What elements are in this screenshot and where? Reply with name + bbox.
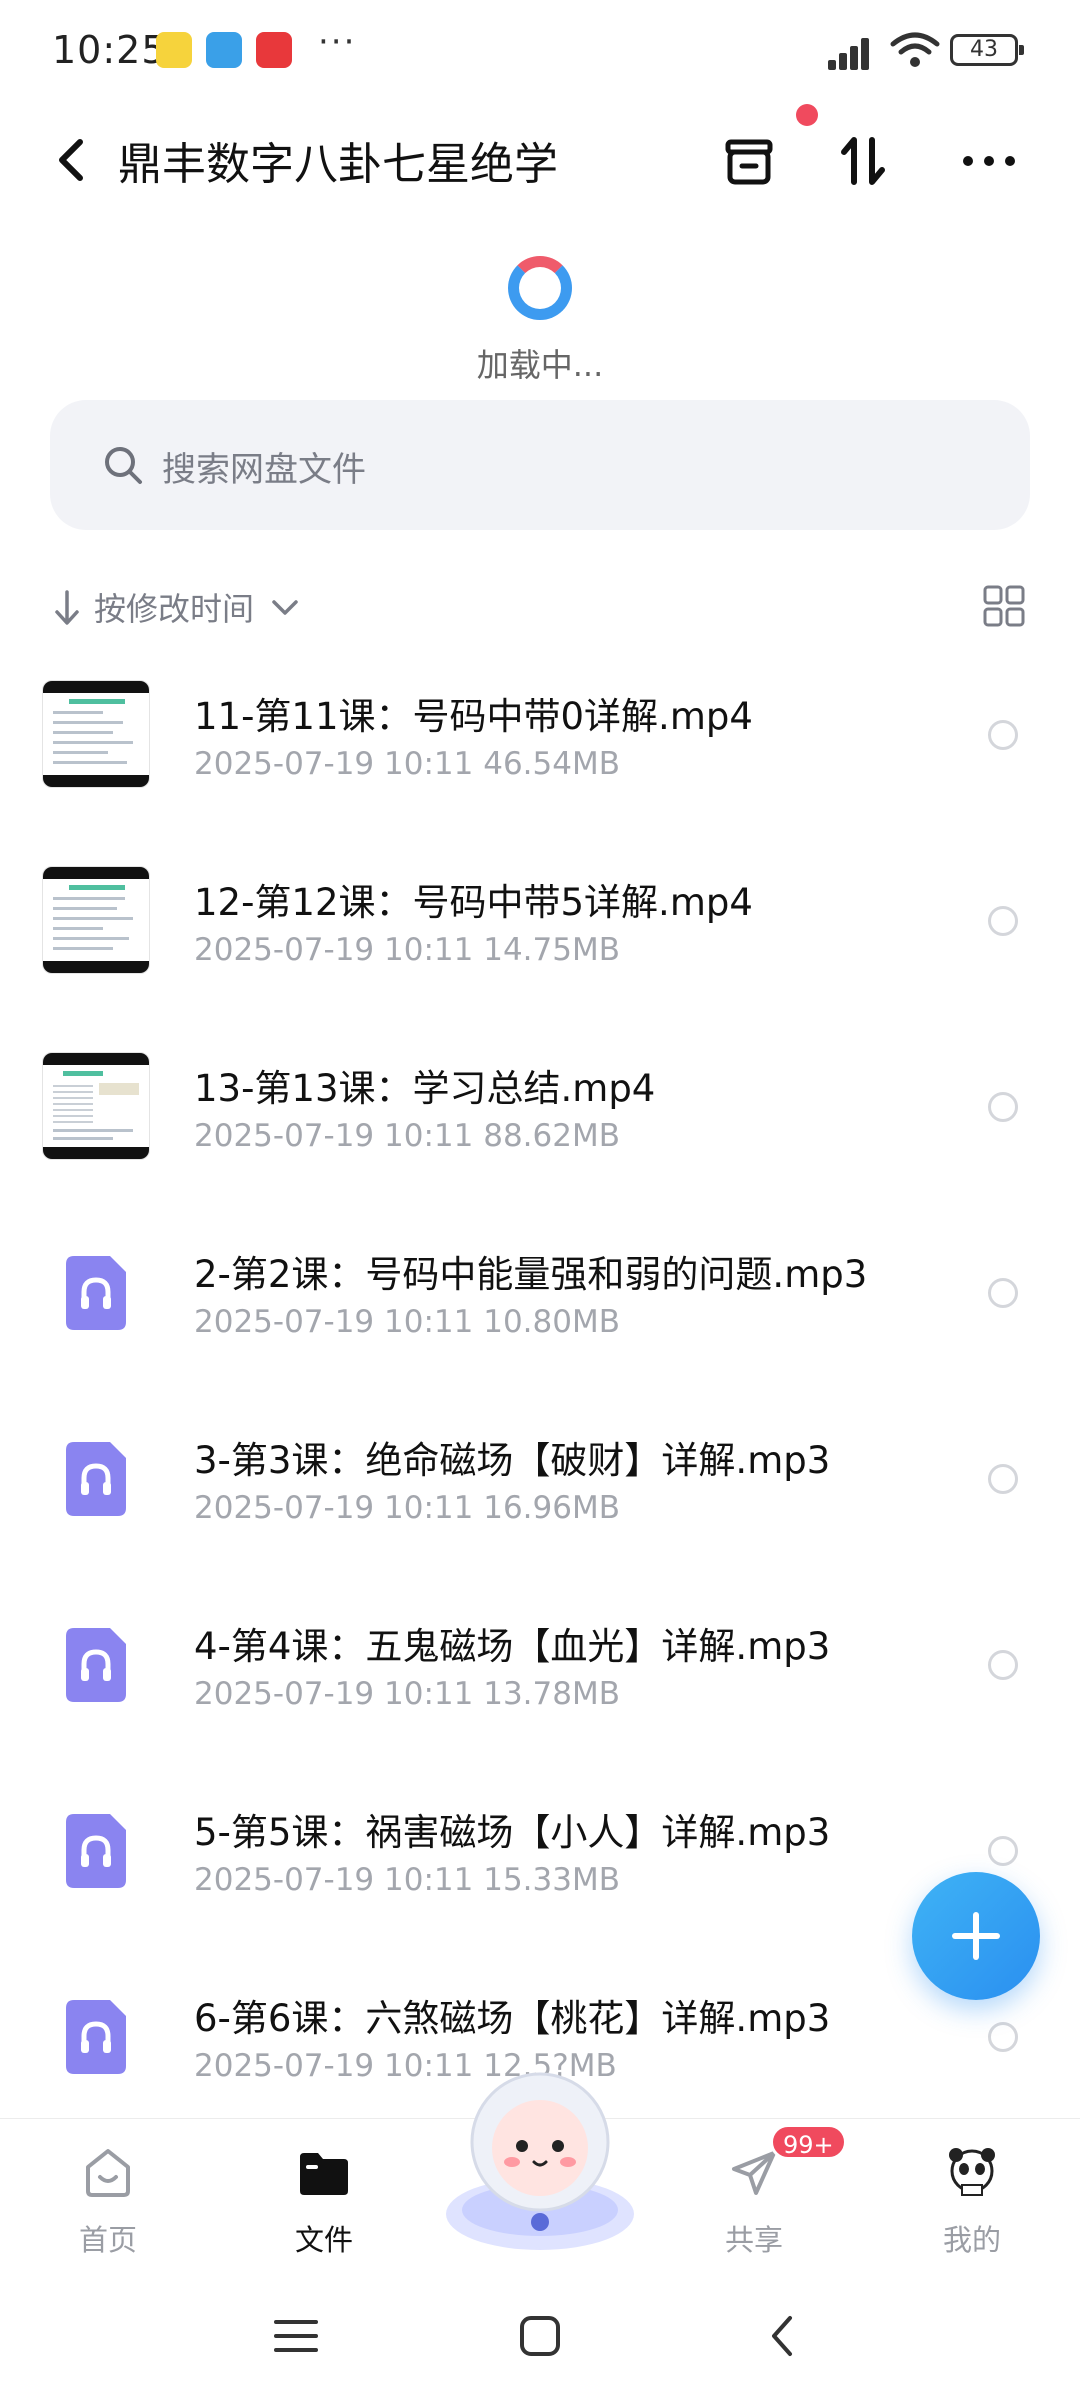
home-square-icon[interactable] xyxy=(512,2308,568,2364)
file-name: 2-第2课：号码中能量强和弱的问题.mp3 xyxy=(194,1253,868,1296)
sort-down-arrow-icon[interactable] xyxy=(52,588,82,628)
loading-text: 加载中... xyxy=(476,346,604,384)
search-icon xyxy=(105,447,142,484)
app-notification-icon xyxy=(206,32,242,68)
nav-item-home[interactable]: 首页 xyxy=(28,2137,188,2267)
file-name: 4-第4课：五鬼磁场【血光】详解.mp3 xyxy=(194,1625,831,1668)
sort-option-button[interactable]: 按修改时间 xyxy=(94,584,254,630)
share-badge: 99+ xyxy=(770,2124,847,2160)
system-nav-bar xyxy=(0,2280,1080,2400)
audio-file-icon xyxy=(66,1256,126,1330)
search-input[interactable]: 搜索网盘文件 xyxy=(50,400,1030,530)
top-app-bar: 鼎丰数字八卦七星绝学 xyxy=(0,100,1080,220)
status-time: 10:25 xyxy=(52,28,167,72)
list-item[interactable]: 12-第12课：号码中带5详解.mp4 2025-07-19 10:11 14.… xyxy=(0,846,1080,1032)
select-checkbox[interactable] xyxy=(988,1836,1018,1866)
list-item[interactable]: 3-第3课：绝命磁场【破财】详解.mp3 2025-07-19 10:11 16… xyxy=(0,1404,1080,1590)
select-checkbox[interactable] xyxy=(988,906,1018,936)
nav-label: 共享 xyxy=(724,2223,783,2257)
sort-bar: 按修改时间 xyxy=(0,570,1080,640)
select-checkbox[interactable] xyxy=(988,1650,1018,1680)
file-meta: 2025-07-19 10:11 14.75MB xyxy=(194,932,620,968)
nav-label: 文件 xyxy=(294,2223,353,2257)
app-notification-icon xyxy=(256,32,292,68)
profile-avatar-icon xyxy=(949,2148,995,2196)
nav-label: 我的 xyxy=(942,2223,1001,2257)
select-checkbox[interactable] xyxy=(988,720,1018,750)
list-item[interactable]: 13-第13课：学习总结.mp4 2025-07-19 10:11 88.62M… xyxy=(0,1032,1080,1218)
battery-indicator: 43 xyxy=(950,34,1024,66)
file-name: 3-第3课：绝命磁场【破财】详解.mp3 xyxy=(194,1439,831,1482)
video-thumbnail xyxy=(42,866,150,974)
audio-file-icon xyxy=(66,1814,126,1888)
nav-label: 首页 xyxy=(78,2223,137,2257)
sort-swap-icon[interactable] xyxy=(828,126,898,196)
menu-icon[interactable] xyxy=(268,2308,324,2364)
back-icon[interactable] xyxy=(42,130,102,190)
file-meta: 2025-07-19 10:11 10.80MB xyxy=(194,1304,620,1340)
folder-icon xyxy=(300,2153,348,2195)
app-notification-icon xyxy=(156,32,192,68)
mascot-assistant-icon[interactable] xyxy=(434,2064,646,2254)
wifi-icon xyxy=(890,32,940,67)
file-name: 5-第5课：祸害磁场【小人】详解.mp3 xyxy=(194,1811,831,1854)
select-checkbox[interactable] xyxy=(988,2022,1018,2052)
file-name: 6-第6课：六煞磁场【桃花】详解.mp3 xyxy=(194,1997,831,2040)
file-meta: 2025-07-19 10:11 16.96MB xyxy=(194,1490,620,1526)
page-title: 鼎丰数字八卦七星绝学 xyxy=(118,139,558,190)
audio-file-icon xyxy=(66,1442,126,1516)
video-thumbnail xyxy=(42,1052,150,1160)
chevron-down-icon[interactable] xyxy=(268,592,302,622)
more-notifications-icon: ··· xyxy=(318,22,357,62)
select-checkbox[interactable] xyxy=(988,1278,1018,1308)
system-back-icon[interactable] xyxy=(756,2308,812,2364)
grid-view-icon[interactable] xyxy=(982,584,1026,628)
list-item[interactable]: 11-第11课：号码中带0详解.mp4 2025-07-19 10:11 46.… xyxy=(0,660,1080,846)
file-name: 12-第12课：号码中带5详解.mp4 xyxy=(194,881,753,924)
archive-icon[interactable] xyxy=(714,126,784,196)
file-meta: 2025-07-19 10:11 88.62MB xyxy=(194,1118,620,1154)
nav-item-files[interactable]: 文件 xyxy=(244,2137,404,2267)
file-meta: 2025-07-19 10:11 46.54MB xyxy=(194,746,620,782)
loading-spinner-icon xyxy=(508,256,572,320)
home-icon xyxy=(86,2149,130,2197)
list-item[interactable]: 4-第4课：五鬼磁场【血光】详解.mp3 2025-07-19 10:11 13… xyxy=(0,1590,1080,1776)
add-button[interactable] xyxy=(912,1872,1040,2000)
search-placeholder: 搜索网盘文件 xyxy=(162,450,366,490)
select-checkbox[interactable] xyxy=(988,1092,1018,1122)
more-icon[interactable] xyxy=(954,126,1024,196)
file-name: 13-第13课：学习总结.mp4 xyxy=(194,1067,656,1110)
file-meta: 2025-07-19 10:11 15.33MB xyxy=(194,1862,620,1898)
nav-item-me[interactable]: 我的 xyxy=(892,2137,1052,2267)
file-meta: 2025-07-19 10:11 13.78MB xyxy=(194,1676,620,1712)
audio-file-icon xyxy=(66,1628,126,1702)
audio-file-icon xyxy=(66,2000,126,2074)
notification-dot xyxy=(796,104,818,126)
file-name: 11-第11课：号码中带0详解.mp4 xyxy=(194,695,753,738)
select-checkbox[interactable] xyxy=(988,1464,1018,1494)
list-item[interactable]: 2-第2课：号码中能量强和弱的问题.mp3 2025-07-19 10:11 1… xyxy=(0,1218,1080,1404)
signal-icon xyxy=(828,36,878,70)
video-thumbnail xyxy=(42,680,150,788)
status-bar: 10:25 ··· 43 xyxy=(0,0,1080,100)
